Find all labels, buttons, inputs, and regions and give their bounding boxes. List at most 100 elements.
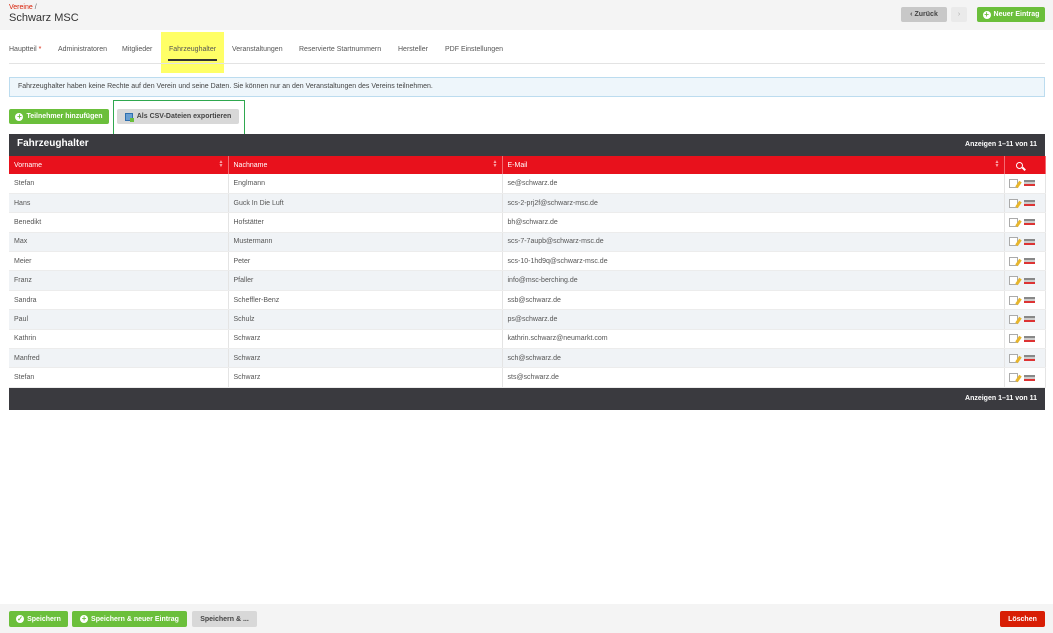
cell-email: ssb@schwarz.de	[502, 290, 1005, 311]
delete-icon[interactable]	[1023, 355, 1035, 362]
table-row[interactable]: Benedikt Hofstätter bh@schwarz.de	[9, 212, 1046, 233]
cell-nachname: Pfaller	[228, 270, 503, 291]
tab-reservierte-startnummern[interactable]: Reservierte Startnummern	[299, 46, 381, 53]
edit-icon[interactable]	[1008, 314, 1018, 324]
table-header-row: Vorname ▲ ▼ Nachname ▲ ▼ E-Mail ▲ ▼	[9, 156, 1046, 174]
row-actions	[1004, 212, 1046, 233]
column-header-nachname[interactable]: Nachname ▲ ▼	[228, 156, 503, 174]
back-button-label: Zurück	[914, 11, 938, 18]
info-message: Fahrzeughalter haben keine Rechte auf de…	[9, 77, 1045, 97]
new-entry-button[interactable]: + Neuer Eintrag	[977, 7, 1045, 22]
table-row[interactable]: Hans Guck In Die Luft scs-2-prj2f@schwarz-…	[9, 193, 1046, 214]
table-row[interactable]: Kathrin Schwarz kathrin.schwarz@neumarkt.c…	[9, 329, 1046, 350]
page-title: Schwarz MSC	[9, 12, 79, 24]
delete-icon[interactable]	[1023, 180, 1035, 187]
save-button[interactable]: ✓ Speichern	[9, 611, 68, 627]
record-count-footer: Anzeigen 1–11 von 11	[965, 395, 1037, 402]
cell-nachname: Schwarz	[228, 348, 503, 369]
active-tab-underline	[168, 59, 217, 61]
chevron-right-icon: ›	[957, 11, 961, 18]
cell-nachname: Englmann	[228, 174, 503, 194]
row-actions	[1004, 193, 1046, 214]
delete-button[interactable]: Löschen	[1000, 611, 1045, 627]
forward-button[interactable]: ›	[951, 7, 967, 22]
table-row[interactable]: Franz Pfaller info@msc-berching.de	[9, 270, 1046, 291]
table-row[interactable]: Stefan Schwarz sts@schwarz.de	[9, 367, 1046, 388]
back-button[interactable]: ‹ Zurück	[901, 7, 947, 22]
delete-icon[interactable]	[1023, 297, 1035, 304]
column-header-email[interactable]: E-Mail ▲ ▼	[502, 156, 1005, 174]
tab-veranstaltungen[interactable]: Veranstaltungen	[232, 46, 283, 53]
edit-icon[interactable]	[1008, 256, 1018, 266]
breadcrumb: Vereine /	[9, 4, 37, 11]
edit-icon[interactable]	[1008, 178, 1018, 188]
column-header-actions	[1004, 156, 1046, 174]
edit-icon[interactable]	[1008, 198, 1018, 208]
table-row[interactable]: Paul Schulz ps@schwarz.de	[9, 309, 1046, 330]
export-csv-button[interactable]: Als CSV-Dateien exportieren	[117, 109, 239, 124]
table-row[interactable]: Sandra Scheffler-Benz ssb@schwarz.de	[9, 290, 1046, 311]
required-marker: *	[38, 46, 42, 53]
delete-icon[interactable]	[1023, 238, 1035, 245]
search-icon[interactable]	[1015, 162, 1023, 169]
record-count: Anzeigen 1–11 von 11	[965, 141, 1037, 148]
table-row[interactable]: Meier Peter scs-10-1hd9q@schwarz-msc.de	[9, 251, 1046, 272]
cell-email: scs-10-1hd9q@schwarz-msc.de	[502, 251, 1005, 272]
page-header: Vereine / Schwarz MSC ‹ Zurück › + Neuer…	[0, 0, 1053, 30]
save-and-new-button[interactable]: + Speichern & neuer Eintrag	[72, 611, 187, 627]
row-actions	[1004, 270, 1046, 291]
cell-vorname: Paul	[9, 309, 229, 330]
cell-nachname: Guck In Die Luft	[228, 193, 503, 214]
table-row[interactable]: Manfred Schwarz sch@schwarz.de	[9, 348, 1046, 369]
cell-vorname: Hans	[9, 193, 229, 214]
cell-vorname: Meier	[9, 251, 229, 272]
tab-administratoren[interactable]: Administratoren	[58, 46, 107, 53]
cell-email: sch@schwarz.de	[502, 348, 1005, 369]
delete-icon[interactable]	[1023, 258, 1035, 265]
cell-email: kathrin.schwarz@neumarkt.com	[502, 329, 1005, 350]
delete-icon[interactable]	[1023, 277, 1035, 284]
panel-title: Fahrzeughalter	[17, 138, 89, 149]
edit-icon[interactable]	[1008, 276, 1018, 286]
table-row[interactable]: Max Mustermann scs-7-7aupb@schwarz-msc.de	[9, 232, 1046, 253]
breadcrumb-separator: /	[34, 4, 37, 11]
tab-label: Hauptteil	[9, 46, 37, 53]
delete-icon[interactable]	[1023, 200, 1035, 207]
delete-icon[interactable]	[1023, 335, 1035, 342]
sort-icon: ▲ ▼	[994, 159, 1000, 169]
tab-fahrzeughalter[interactable]: Fahrzeughalter	[169, 46, 216, 53]
tab-pdf-einstellungen[interactable]: PDF Einstellungen	[445, 46, 503, 53]
cell-email: bh@schwarz.de	[502, 212, 1005, 233]
plus-circle-icon: +	[15, 111, 24, 121]
breadcrumb-link-vereine[interactable]: Vereine	[9, 4, 33, 11]
vehicle-owners-table: Vorname ▲ ▼ Nachname ▲ ▼ E-Mail ▲ ▼ Stefan Engl…	[9, 156, 1046, 388]
tab-hersteller[interactable]: Hersteller	[398, 46, 428, 53]
tab-mitglieder[interactable]: Mitglieder	[122, 46, 152, 53]
cell-vorname: Kathrin	[9, 329, 229, 350]
tab-hauptteil[interactable]: Hauptteil *	[9, 46, 41, 53]
row-actions	[1004, 348, 1046, 369]
edit-icon[interactable]	[1008, 353, 1018, 363]
edit-icon[interactable]	[1008, 217, 1018, 227]
edit-icon[interactable]	[1008, 237, 1018, 247]
column-header-vorname[interactable]: Vorname ▲ ▼	[9, 156, 229, 174]
save-label: Speichern	[27, 615, 61, 623]
save-as-button[interactable]: Speichern & ...	[192, 611, 257, 627]
panel-footer: Anzeigen 1–11 von 11	[9, 388, 1045, 410]
cell-vorname: Stefan	[9, 174, 229, 194]
add-participant-button[interactable]: + Teilnehmer hinzufügen	[9, 109, 109, 124]
table-row[interactable]: Stefan Englmann se@schwarz.de	[9, 174, 1046, 194]
cell-nachname: Hofstätter	[228, 212, 503, 233]
delete-icon[interactable]	[1023, 374, 1035, 381]
add-participant-label: Teilnehmer hinzufügen	[26, 113, 103, 120]
cell-email: ps@schwarz.de	[502, 309, 1005, 330]
cell-nachname: Schulz	[228, 309, 503, 330]
edit-icon[interactable]	[1008, 373, 1018, 383]
delete-icon[interactable]	[1023, 219, 1035, 226]
edit-icon[interactable]	[1008, 295, 1018, 305]
form-footer: ✓ Speichern + Speichern & neuer Eintrag …	[0, 604, 1053, 633]
edit-icon[interactable]	[1008, 334, 1018, 344]
row-actions	[1004, 329, 1046, 350]
csv-export-icon	[124, 112, 134, 122]
delete-icon[interactable]	[1023, 316, 1035, 323]
